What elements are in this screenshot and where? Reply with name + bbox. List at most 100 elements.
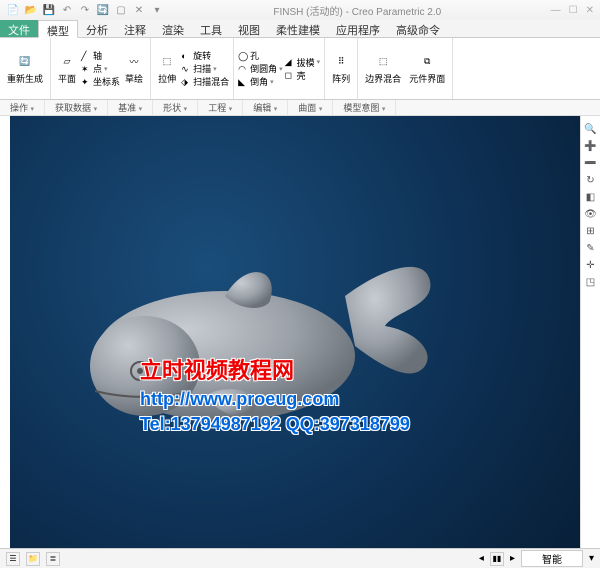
- sub-edit[interactable]: 编辑 ▾: [243, 100, 288, 115]
- plane-label: 平面: [58, 72, 76, 85]
- revolve-icon: ◐: [181, 51, 191, 61]
- viewport-area: 立时视频教程网 http://www.proeug.com Tel:137949…: [0, 116, 600, 548]
- regen-icon[interactable]: 🔄: [96, 3, 110, 17]
- regen-icon: 🔄: [16, 53, 34, 71]
- extrude-icon: ⬚: [158, 53, 176, 71]
- qat-dropdown-icon[interactable]: ▾: [150, 3, 164, 17]
- close-doc-icon[interactable]: ✕: [132, 3, 146, 17]
- revolve-button[interactable]: ◐旋转: [181, 49, 229, 62]
- chevron-down-icon: ▾: [319, 106, 323, 113]
- sub-operate[interactable]: 操作 ▾: [0, 100, 45, 115]
- zoom-in-icon[interactable]: ➕: [584, 139, 598, 153]
- datum-display-icon[interactable]: ⊞: [584, 224, 598, 238]
- interface-button[interactable]: ⧉ 元件界面: [406, 52, 448, 86]
- tab-app[interactable]: 应用程序: [328, 20, 388, 37]
- pattern-button[interactable]: ⠿ 阵列: [329, 52, 353, 86]
- plane-icon: ▱: [58, 53, 76, 71]
- extrude-label: 拉伸: [158, 72, 176, 85]
- csys-button[interactable]: ✦坐标系: [81, 75, 120, 88]
- draft-button[interactable]: ◢拔模▾: [285, 56, 321, 69]
- extrude-button[interactable]: ⬚ 拉伸: [155, 52, 179, 86]
- status-folder-icon[interactable]: 📁: [26, 552, 40, 566]
- minimize-icon[interactable]: —: [551, 5, 561, 16]
- tab-tools[interactable]: 工具: [192, 20, 230, 37]
- windows-icon[interactable]: ▢: [114, 3, 128, 17]
- zoom-fit-icon[interactable]: 🔍: [584, 122, 598, 136]
- perspective-icon[interactable]: ◳: [584, 275, 598, 289]
- window-controls: — ☐ ✕: [551, 5, 594, 16]
- sketch-icon: 〰: [125, 53, 143, 71]
- display-style-icon[interactable]: ◧: [584, 190, 598, 204]
- chevron-down-icon: ▾: [184, 106, 188, 113]
- sub-intent[interactable]: 模型意图 ▾: [333, 100, 396, 115]
- chevron-down-icon: ▾: [94, 106, 98, 113]
- undo-icon[interactable]: ↶: [60, 3, 74, 17]
- status-sel-prev-icon[interactable]: ◂: [479, 553, 484, 564]
- quick-access-toolbar: 📄 📂 💾 ↶ ↷ 🔄 ▢ ✕ ▾: [6, 3, 164, 17]
- spin-center-icon[interactable]: ✛: [584, 258, 598, 272]
- close-icon[interactable]: ✕: [586, 5, 594, 16]
- chevron-down-icon: ▾: [104, 65, 108, 73]
- regen-button[interactable]: 🔄 重新生成: [4, 52, 46, 86]
- sub-datum[interactable]: 基准 ▾: [108, 100, 153, 115]
- round-button[interactable]: ◠倒圆角▾: [238, 62, 283, 75]
- tab-flex[interactable]: 柔性建模: [268, 20, 328, 37]
- open-icon[interactable]: 📂: [24, 3, 38, 17]
- sketch-button[interactable]: 〰 草绘: [122, 52, 146, 86]
- title-bar: 📄 📂 💾 ↶ ↷ 🔄 ▢ ✕ ▾ FINSH (活动的) - Creo Par…: [0, 0, 600, 20]
- interface-label: 元件界面: [409, 72, 445, 85]
- ribbon: 🔄 重新生成 ▱ 平面 ╱轴 ✶点▾ ✦坐标系 〰 草绘 ⬚: [0, 38, 600, 100]
- csys-icon: ✦: [81, 77, 91, 87]
- hole-button[interactable]: ◯孔: [238, 49, 283, 62]
- window-title: FINSH (活动的) - Creo Parametric 2.0: [164, 3, 551, 18]
- maximize-icon[interactable]: ☐: [569, 5, 578, 16]
- selection-filter[interactable]: 智能: [521, 550, 583, 567]
- tab-view[interactable]: 视图: [230, 20, 268, 37]
- 3d-viewport[interactable]: 立时视频教程网 http://www.proeug.com Tel:137949…: [0, 116, 580, 548]
- shell-icon: ◻: [285, 70, 295, 80]
- tab-analysis[interactable]: 分析: [78, 20, 116, 37]
- ribbon-tabs: 文件 模型 分析 注释 渲染 工具 视图 柔性建模 应用程序 高级命令: [0, 20, 600, 38]
- status-sel-next-icon[interactable]: ▸: [510, 553, 515, 564]
- chamfer-button[interactable]: ◣倒角▾: [238, 75, 283, 88]
- sub-eng[interactable]: 工程 ▾: [198, 100, 243, 115]
- group-pattern: ⠿ 阵列: [325, 38, 358, 99]
- chevron-down-icon: ▾: [382, 106, 386, 113]
- sub-getdata[interactable]: 获取数据 ▾: [45, 100, 108, 115]
- draft-icon: ◢: [285, 57, 295, 67]
- tab-adv[interactable]: 高级命令: [388, 20, 448, 37]
- filter-dropdown-icon[interactable]: ▾: [589, 553, 594, 564]
- annotation-icon[interactable]: ✎: [584, 241, 598, 255]
- sub-surface[interactable]: 曲面 ▾: [288, 100, 333, 115]
- point-button[interactable]: ✶点▾: [81, 62, 120, 75]
- blend-button[interactable]: ⬗扫描混合: [181, 75, 229, 88]
- round-icon: ◠: [238, 64, 248, 74]
- sub-shape[interactable]: 形状 ▾: [153, 100, 198, 115]
- sketch-label: 草绘: [125, 72, 143, 85]
- boundary-blend-button[interactable]: ⬚ 边界混合: [362, 52, 404, 86]
- tab-file[interactable]: 文件: [0, 20, 38, 37]
- chevron-down-icon: ▾: [274, 106, 278, 113]
- tab-annotate[interactable]: 注释: [116, 20, 154, 37]
- tab-render[interactable]: 渲染: [154, 20, 192, 37]
- new-icon[interactable]: 📄: [6, 3, 20, 17]
- hole-icon: ◯: [238, 51, 248, 61]
- redo-icon[interactable]: ↷: [78, 3, 92, 17]
- axis-icon: ╱: [81, 51, 91, 61]
- saved-views-icon[interactable]: 👁: [584, 207, 598, 221]
- save-icon[interactable]: 💾: [42, 3, 56, 17]
- shell-button[interactable]: ◻壳: [285, 69, 321, 82]
- zoom-out-icon[interactable]: ➖: [584, 156, 598, 170]
- status-layer-icon[interactable]: ≣: [46, 552, 60, 566]
- chevron-down-icon: ▾: [317, 58, 321, 66]
- model-whale: [85, 256, 435, 426]
- sweep-button[interactable]: ∿扫描▾: [181, 62, 229, 75]
- repaint-icon[interactable]: ↻: [584, 173, 598, 187]
- blend-icon: ⬗: [181, 77, 191, 87]
- axis-button[interactable]: ╱轴: [81, 49, 120, 62]
- status-sel-icon[interactable]: ▮▮: [490, 552, 504, 566]
- tab-model[interactable]: 模型: [38, 20, 78, 38]
- plane-button[interactable]: ▱ 平面: [55, 52, 79, 86]
- chamfer-icon: ◣: [238, 77, 248, 87]
- status-tree-icon[interactable]: ☰: [6, 552, 20, 566]
